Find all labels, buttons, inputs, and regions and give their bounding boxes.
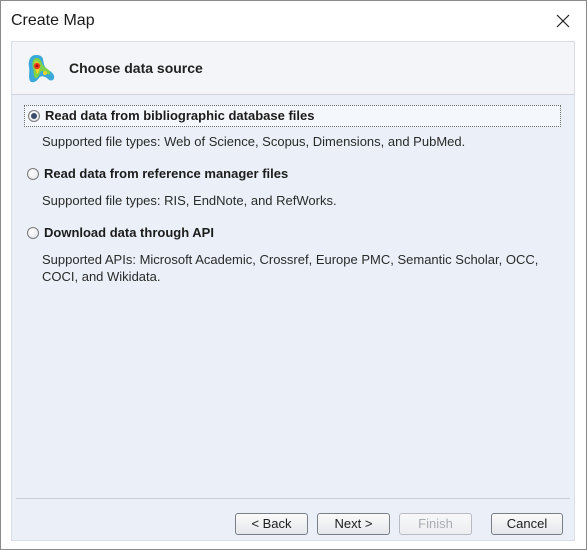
create-map-dialog: Create Map Choose data source Read data … xyxy=(0,0,587,550)
radio-reference-manager[interactable] xyxy=(27,168,39,180)
cancel-button[interactable]: Cancel xyxy=(491,513,563,535)
option-label: Read data from bibliographic database fi… xyxy=(45,108,315,123)
footer-divider xyxy=(16,498,570,499)
density-map-icon xyxy=(24,51,58,90)
close-button[interactable] xyxy=(540,1,586,41)
back-button[interactable]: < Back xyxy=(235,513,308,535)
option-label: Read data from reference manager files xyxy=(44,166,289,181)
option-reference-manager[interactable]: Read data from reference manager files xyxy=(24,164,561,186)
window-title: Create Map xyxy=(11,12,95,29)
option-bibliographic-database[interactable]: Read data from bibliographic database fi… xyxy=(24,105,561,127)
option-download-api[interactable]: Download data through API xyxy=(24,223,561,245)
next-button[interactable]: Next > xyxy=(317,513,390,535)
finish-button[interactable]: Finish xyxy=(399,513,472,535)
option-label: Download data through API xyxy=(44,225,214,240)
option-description: Supported file types: RIS, EndNote, and … xyxy=(42,193,337,208)
option-description: Supported file types: Web of Science, Sc… xyxy=(42,134,466,149)
wizard-panel: Choose data source Read data from biblio… xyxy=(11,41,575,541)
option-description: Supported APIs: Microsoft Academic, Cros… xyxy=(42,252,539,284)
close-icon xyxy=(556,14,570,28)
wizard-header: Choose data source xyxy=(12,42,574,95)
radio-download-api[interactable] xyxy=(27,227,39,239)
title-bar[interactable]: Create Map xyxy=(1,1,586,41)
radio-bibliographic-database[interactable] xyxy=(28,110,40,122)
wizard-step-title: Choose data source xyxy=(69,60,203,76)
